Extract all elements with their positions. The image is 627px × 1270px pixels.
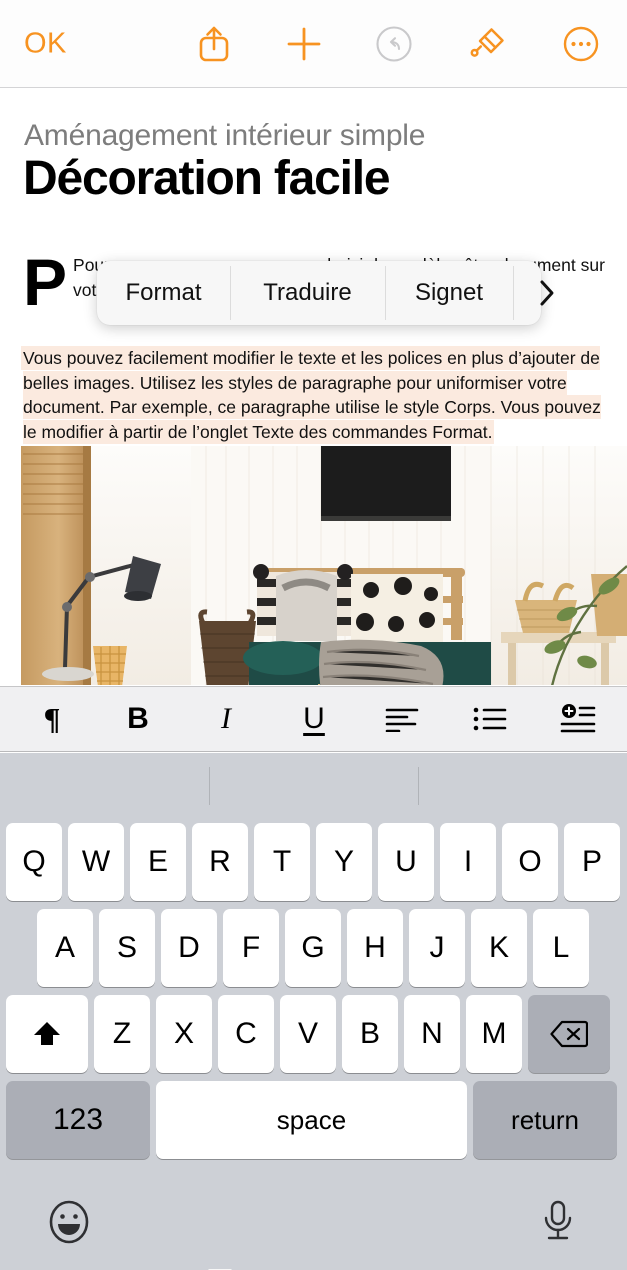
done-ok-button[interactable]: OK xyxy=(24,27,67,60)
chevron-right-icon xyxy=(540,280,554,306)
key-i[interactable]: I xyxy=(440,823,496,901)
bold-button[interactable]: B xyxy=(108,695,168,743)
key-m[interactable]: M xyxy=(466,995,522,1073)
app-screen: OK Aménagement intérieur simple Décorati… xyxy=(0,0,627,1270)
document-title[interactable]: Décoration facile xyxy=(23,151,391,206)
insert-button[interactable] xyxy=(548,695,608,743)
text-selection-popover: Format Traduire Signet xyxy=(97,261,554,325)
key-j[interactable]: J xyxy=(409,909,465,987)
numeric-mode-key[interactable]: 123 xyxy=(6,1081,150,1159)
key-e[interactable]: E xyxy=(130,823,186,901)
predictive-suggestion-bar[interactable] xyxy=(0,753,627,817)
plus-icon[interactable] xyxy=(277,17,331,71)
document-canvas[interactable]: Aménagement intérieur simple Décoration … xyxy=(0,89,627,685)
keyboard-row-3: Z X C V B N M xyxy=(0,995,627,1073)
key-r[interactable]: R xyxy=(192,823,248,901)
more-ellipsis-icon[interactable] xyxy=(554,17,608,71)
return-key[interactable]: return xyxy=(473,1081,617,1159)
emoji-smiley-icon xyxy=(49,1200,89,1244)
underline-icon: U xyxy=(303,702,325,735)
microphone-icon xyxy=(544,1200,572,1240)
body-paragraph-second[interactable]: Vous pouvez facilement modifier le texte… xyxy=(23,346,605,444)
shift-key[interactable] xyxy=(6,995,88,1073)
share-icon[interactable] xyxy=(187,17,241,71)
shift-arrow-icon xyxy=(34,1022,60,1045)
key-z[interactable]: Z xyxy=(94,995,150,1073)
document-photo[interactable] xyxy=(21,446,627,685)
underline-button[interactable]: U xyxy=(284,695,344,743)
popover-item-signet[interactable]: Signet xyxy=(385,261,513,325)
key-g[interactable]: G xyxy=(285,909,341,987)
pilcrow-icon: ¶ xyxy=(43,701,61,736)
add-list-item-icon xyxy=(560,704,596,733)
bullet-list-icon xyxy=(473,707,507,731)
onscreen-keyboard: Q W E R T Y U I O P A S D F G H J K L Z … xyxy=(0,753,627,1270)
suggestion-divider xyxy=(418,767,419,805)
key-a[interactable]: A xyxy=(37,909,93,987)
paintbrush-icon[interactable] xyxy=(461,17,515,71)
key-n[interactable]: N xyxy=(404,995,460,1073)
document-subtitle[interactable]: Aménagement intérieur simple xyxy=(24,119,425,153)
body-paragraph-second-text: Vous pouvez facilement modifier le texte… xyxy=(23,348,601,442)
key-d[interactable]: D xyxy=(161,909,217,987)
paragraph-style-button[interactable]: ¶ xyxy=(22,695,82,743)
drop-cap-letter: P xyxy=(23,245,68,319)
suggestion-divider xyxy=(209,767,210,805)
popover-item-format[interactable]: Format xyxy=(97,261,230,325)
key-y[interactable]: Y xyxy=(316,823,372,901)
italic-button[interactable]: I xyxy=(196,695,256,743)
key-p[interactable]: P xyxy=(564,823,620,901)
backspace-delete-icon xyxy=(550,1020,588,1048)
key-l[interactable]: L xyxy=(533,909,589,987)
key-s[interactable]: S xyxy=(99,909,155,987)
keyboard-bottom-bar xyxy=(0,1171,627,1270)
emoji-key[interactable] xyxy=(44,1197,94,1247)
keyboard-row-1: Q W E R T Y U I O P xyxy=(0,823,627,901)
italic-icon: I xyxy=(221,702,231,735)
keyboard-row-2: A S D F G H J K L xyxy=(0,909,627,987)
key-h[interactable]: H xyxy=(347,909,403,987)
keyboard-row-4: 123 space return xyxy=(0,1081,627,1159)
align-left-button[interactable] xyxy=(372,695,432,743)
key-b[interactable]: B xyxy=(342,995,398,1073)
key-v[interactable]: V xyxy=(280,995,336,1073)
key-x[interactable]: X xyxy=(156,995,212,1073)
key-w[interactable]: W xyxy=(68,823,124,901)
key-u[interactable]: U xyxy=(378,823,434,901)
key-q[interactable]: Q xyxy=(6,823,62,901)
key-f[interactable]: F xyxy=(223,909,279,987)
align-left-icon xyxy=(385,708,419,732)
dictation-key[interactable] xyxy=(533,1197,583,1247)
text-format-toolbar: ¶ B I U xyxy=(0,686,627,752)
space-key[interactable]: space xyxy=(156,1081,467,1159)
key-c[interactable]: C xyxy=(218,995,274,1073)
undo-icon[interactable] xyxy=(367,17,421,71)
key-o[interactable]: O xyxy=(502,823,558,901)
key-k[interactable]: K xyxy=(471,909,527,987)
bold-icon: B xyxy=(127,702,149,735)
bullet-list-button[interactable] xyxy=(460,695,520,743)
popover-item-traduire[interactable]: Traduire xyxy=(230,261,385,325)
top-toolbar: OK xyxy=(0,0,627,88)
popover-next-page-button[interactable] xyxy=(513,261,581,325)
key-t[interactable]: T xyxy=(254,823,310,901)
backspace-key[interactable] xyxy=(528,995,610,1073)
